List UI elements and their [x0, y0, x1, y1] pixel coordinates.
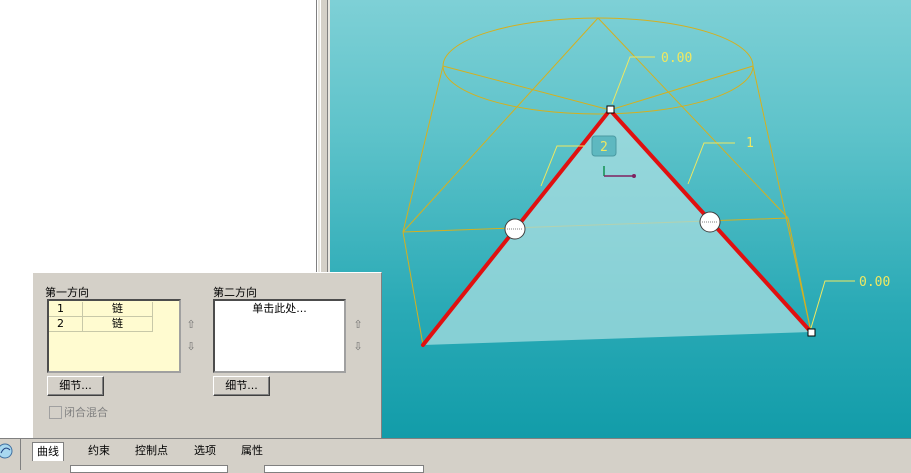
scrollbar-thumb[interactable] — [320, 0, 328, 272]
move-down-icon-2[interactable]: ⇩ — [351, 340, 365, 354]
click-here-prompt[interactable]: 单击此处... — [215, 302, 344, 316]
list-item-value: 链 — [83, 317, 153, 331]
first-direction-title: 第一方向 — [45, 286, 89, 299]
move-up-icon[interactable]: ⇧ — [184, 318, 198, 332]
section-number: 2 — [600, 140, 608, 155]
model-geometry[interactable]: 0.00 0.00 1 2 — [330, 0, 911, 438]
vertical-scrollbar[interactable] — [317, 0, 330, 272]
dim-right-value[interactable]: 0.00 — [859, 275, 890, 290]
tab-constraints[interactable]: 约束 — [84, 442, 114, 460]
details-button[interactable]: 细节... — [47, 376, 104, 396]
list-item-index: 2 — [49, 317, 83, 331]
list-item[interactable]: 2 链 — [49, 317, 153, 332]
tab-curves[interactable]: 曲线 — [32, 442, 64, 461]
list-item[interactable]: 1 链 — [49, 302, 153, 317]
list-item-value: 链 — [83, 302, 153, 316]
model-tree-area[interactable] — [0, 0, 317, 272]
list-item-index: 1 — [49, 302, 83, 316]
details-button-2[interactable]: 细节... — [213, 376, 270, 396]
first-direction-list[interactable]: 1 链 2 链 — [47, 299, 181, 373]
cylinder-top-ellipse — [442, 17, 754, 115]
left-panel-strip — [0, 272, 32, 438]
wire-left-lower — [402, 231, 424, 346]
graphics-viewport[interactable]: 0.00 0.00 1 2 — [330, 0, 911, 438]
vertex-right[interactable] — [807, 328, 816, 337]
move-down-icon[interactable]: ⇩ — [184, 340, 198, 354]
dim-top-leader — [611, 56, 655, 105]
bottom-input-2[interactable] — [264, 465, 424, 473]
surface-tool-icon[interactable] — [0, 441, 16, 461]
trajectory-number: 1 — [746, 136, 754, 151]
tab-properties[interactable]: 属性 — [237, 442, 267, 460]
second-direction-title: 第二方向 — [213, 286, 257, 299]
dim-top-value[interactable]: 0.00 — [661, 51, 692, 66]
move-up-icon-2[interactable]: ⇧ — [351, 318, 365, 332]
dim-right-leader — [810, 280, 855, 329]
closed-blend-checkbox[interactable] — [49, 406, 62, 419]
blend-dashboard-panel: 第一方向 1 链 2 链 ⇧ ⇩ 细节... 第二方向 单击此处... ⇧ ⇩ … — [32, 272, 382, 439]
wire-left-edge — [402, 65, 444, 233]
trajectory-leader — [687, 142, 735, 185]
vertex-top[interactable] — [606, 105, 615, 114]
bottom-input-1[interactable] — [70, 465, 228, 473]
dashboard-tab-bar: 曲线 约束 控制点 选项 属性 — [0, 438, 911, 473]
tab-divider — [20, 439, 21, 470]
csys-origin-dot — [632, 174, 636, 178]
wire-inner-1 — [442, 65, 611, 111]
wire-inner-2 — [609, 65, 754, 111]
closed-blend-label: 闭合混合 — [64, 406, 108, 419]
tab-options[interactable]: 选项 — [190, 442, 220, 460]
tab-control-points[interactable]: 控制点 — [131, 442, 172, 460]
second-direction-list[interactable]: 单击此处... — [213, 299, 346, 373]
